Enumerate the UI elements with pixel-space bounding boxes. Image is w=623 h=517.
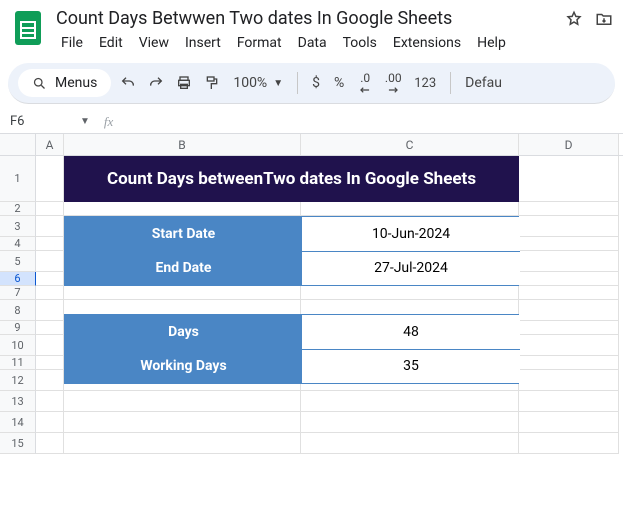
row-header[interactable]: 7 — [0, 286, 36, 300]
results-block: Days Working Days 48 35 — [64, 314, 519, 384]
doc-title[interactable]: Count Days Betwwen Two dates In Google S… — [52, 6, 452, 31]
star-icon[interactable] — [565, 10, 583, 28]
row-header[interactable]: 2 — [0, 202, 36, 216]
row-header[interactable]: 5 — [0, 251, 36, 272]
undo-button[interactable] — [117, 72, 139, 94]
row-header[interactable]: 12 — [0, 370, 36, 391]
sheets-logo[interactable] — [8, 8, 48, 48]
menu-extensions[interactable]: Extensions — [386, 31, 468, 55]
chevron-down-icon: ▼ — [273, 78, 283, 89]
date-inputs-block: Start Date End Date 10-Jun-2024 27-Jul-2… — [64, 216, 519, 286]
select-all-corner[interactable] — [0, 134, 36, 155]
menu-data[interactable]: Data — [291, 31, 334, 55]
working-days-value[interactable]: 35 — [302, 350, 520, 384]
row-header[interactable]: 9 — [0, 321, 36, 335]
row-header[interactable]: 14 — [0, 412, 36, 433]
row-header[interactable]: 10 — [0, 335, 36, 356]
percent-button[interactable]: % — [330, 75, 348, 91]
zoom-value: 100% — [233, 75, 267, 91]
zoom-select[interactable]: 100% ▼ — [229, 75, 287, 91]
row-header[interactable]: 11 — [0, 356, 36, 370]
row-header[interactable]: 6 — [0, 272, 36, 286]
end-date-value[interactable]: 27-Jul-2024 — [302, 252, 520, 286]
menu-insert[interactable]: Insert — [178, 31, 228, 55]
start-date-value[interactable]: 10-Jun-2024 — [302, 217, 520, 252]
row-header[interactable]: 1 — [0, 156, 36, 202]
row-header[interactable]: 13 — [0, 391, 36, 412]
spreadsheet-grid[interactable]: A B C D 1 2 3 4 5 6 7 8 9 10 11 12 13 14… — [0, 134, 623, 454]
increase-decimal-button[interactable]: .00 — [382, 72, 404, 94]
decrease-decimal-button[interactable]: .0 — [354, 72, 376, 94]
col-header-C[interactable]: C — [301, 134, 519, 155]
row-header[interactable]: 4 — [0, 237, 36, 251]
name-box[interactable]: F6 — [0, 114, 60, 129]
row-header[interactable]: 15 — [0, 433, 36, 454]
formula-bar: F6 ▼ fx — [0, 110, 623, 134]
toolbar: Menus 100% ▼ $ % .0 .00 123 Defau — [8, 63, 615, 104]
days-value[interactable]: 48 — [302, 315, 520, 350]
search-icon — [32, 76, 47, 91]
menu-help[interactable]: Help — [470, 31, 513, 55]
start-date-label: Start Date — [65, 217, 302, 251]
menu-tools[interactable]: Tools — [336, 31, 384, 55]
days-label: Days — [65, 315, 302, 349]
paint-format-button[interactable] — [201, 72, 223, 94]
name-box-dropdown[interactable]: ▼ — [80, 116, 90, 127]
row-header[interactable]: 8 — [0, 300, 36, 321]
menu-file[interactable]: File — [54, 31, 90, 55]
working-days-label: Working Days — [65, 349, 302, 383]
end-date-label: End Date — [65, 251, 302, 285]
font-select[interactable]: Defau — [461, 75, 506, 91]
menu-bar: File Edit View Insert Format Data Tools … — [52, 31, 615, 59]
search-menus[interactable]: Menus — [18, 69, 111, 97]
menu-format[interactable]: Format — [230, 31, 289, 55]
currency-button[interactable]: $ — [308, 75, 324, 91]
move-icon[interactable] — [595, 10, 613, 28]
col-header-B[interactable]: B — [64, 134, 301, 155]
menu-view[interactable]: View — [132, 31, 176, 55]
number-format-button[interactable]: 123 — [410, 76, 440, 91]
fx-icon: fx — [104, 114, 113, 130]
redo-button[interactable] — [145, 72, 167, 94]
col-header-A[interactable]: A — [36, 134, 64, 155]
row-header[interactable]: 3 — [0, 216, 36, 237]
sheet-title-banner: Count Days betweenTwo dates In Google Sh… — [64, 156, 519, 202]
menus-label: Menus — [55, 75, 97, 91]
col-header-D[interactable]: D — [519, 134, 619, 155]
menu-edit[interactable]: Edit — [92, 31, 130, 55]
print-button[interactable] — [173, 72, 195, 94]
